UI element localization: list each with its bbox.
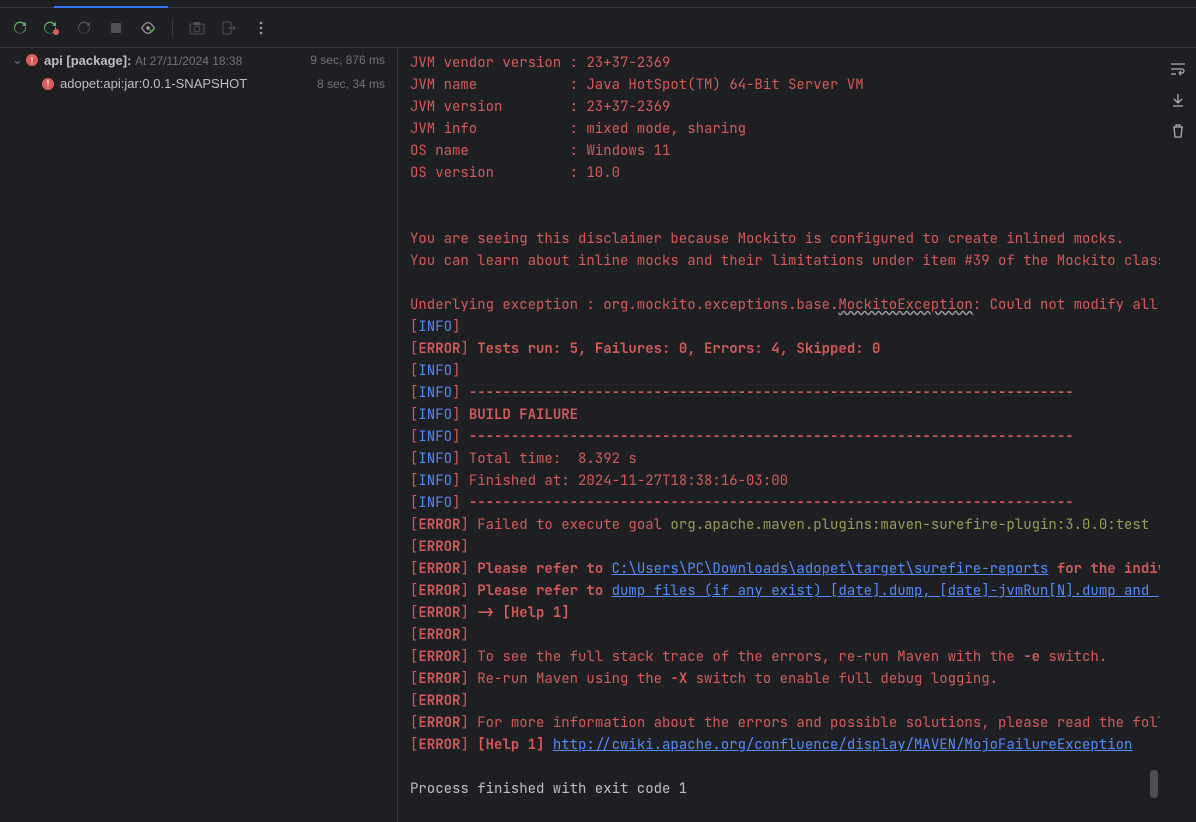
console-output[interactable]: JVM vendor version : 23+37-2369 JVM name… bbox=[398, 48, 1160, 822]
surefire-reports-link[interactable]: C:\Users\PC\Downloads\adopet\target\sure… bbox=[612, 560, 1049, 578]
tree-root-label: api [package]: At 27/11/2024 18:38 bbox=[44, 53, 310, 68]
error-status-icon: ! bbox=[42, 78, 54, 90]
toolbar-divider bbox=[172, 19, 173, 37]
error-status-icon: ! bbox=[26, 54, 38, 66]
stop-icon[interactable] bbox=[108, 20, 124, 36]
main-area: ⌄ ! api [package]: At 27/11/2024 18:38 9… bbox=[0, 48, 1196, 822]
tree-child-label: adopet:api:jar:0.0.1-SNAPSHOT bbox=[60, 76, 317, 91]
rerun-icon[interactable] bbox=[12, 20, 28, 36]
active-tab-indicator bbox=[54, 6, 168, 8]
screenshot-icon[interactable] bbox=[189, 20, 205, 36]
soft-wrap-icon[interactable] bbox=[1170, 62, 1186, 79]
console-side-toolbar bbox=[1160, 48, 1196, 822]
help-link[interactable]: http://cwiki.apache.org/confluence/displ… bbox=[553, 736, 1133, 754]
tree-child-time: 8 sec, 34 ms bbox=[317, 77, 385, 91]
clear-all-icon[interactable] bbox=[1171, 124, 1185, 141]
tabs-bar bbox=[0, 0, 1196, 8]
tree-child-row[interactable]: ! adopet:api:jar:0.0.1-SNAPSHOT 8 sec, 3… bbox=[0, 72, 397, 95]
more-icon[interactable] bbox=[253, 20, 269, 36]
test-tree-panel[interactable]: ⌄ ! api [package]: At 27/11/2024 18:38 9… bbox=[0, 48, 398, 822]
tree-root-time: 9 sec, 876 ms bbox=[310, 53, 385, 67]
run-toolbar bbox=[0, 8, 1196, 48]
rerun-failed-icon[interactable] bbox=[44, 20, 60, 36]
chevron-down-icon[interactable]: ⌄ bbox=[12, 52, 26, 68]
toggle-autotest-icon[interactable] bbox=[76, 20, 92, 36]
show-passed-icon[interactable] bbox=[140, 20, 156, 36]
scroll-to-end-icon[interactable] bbox=[1171, 93, 1185, 110]
tree-root-row[interactable]: ⌄ ! api [package]: At 27/11/2024 18:38 9… bbox=[0, 48, 397, 72]
scrollbar-thumb[interactable] bbox=[1150, 770, 1158, 798]
exit-icon[interactable] bbox=[221, 20, 237, 36]
dump-files-link[interactable]: dump files (if any exist) [date].dump, [… bbox=[612, 582, 1160, 600]
